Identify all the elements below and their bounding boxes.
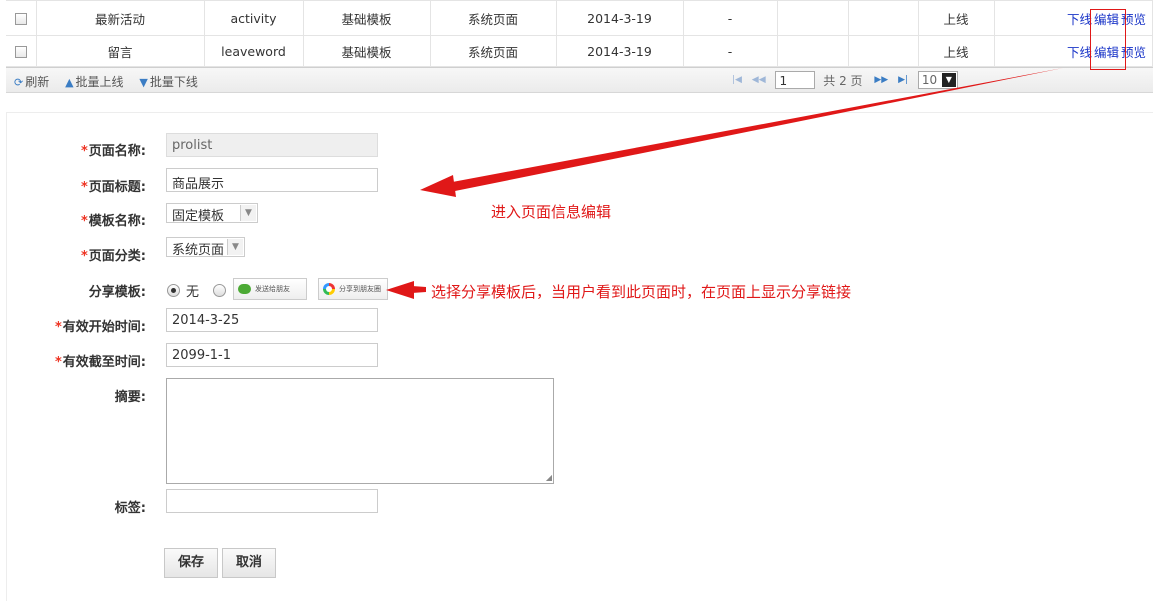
edit-annotation-text: 进入页面信息编辑 bbox=[491, 203, 612, 221]
share-annotation-text: 选择分享模板后，当用户看到此页面时，在页面上显示分享链接 bbox=[431, 283, 852, 301]
edit-arrow-shaft bbox=[447, 68, 1063, 192]
share-arrow-head bbox=[386, 281, 414, 299]
share-arrow-shaft bbox=[412, 286, 426, 293]
edit-arrow-head bbox=[420, 175, 456, 197]
